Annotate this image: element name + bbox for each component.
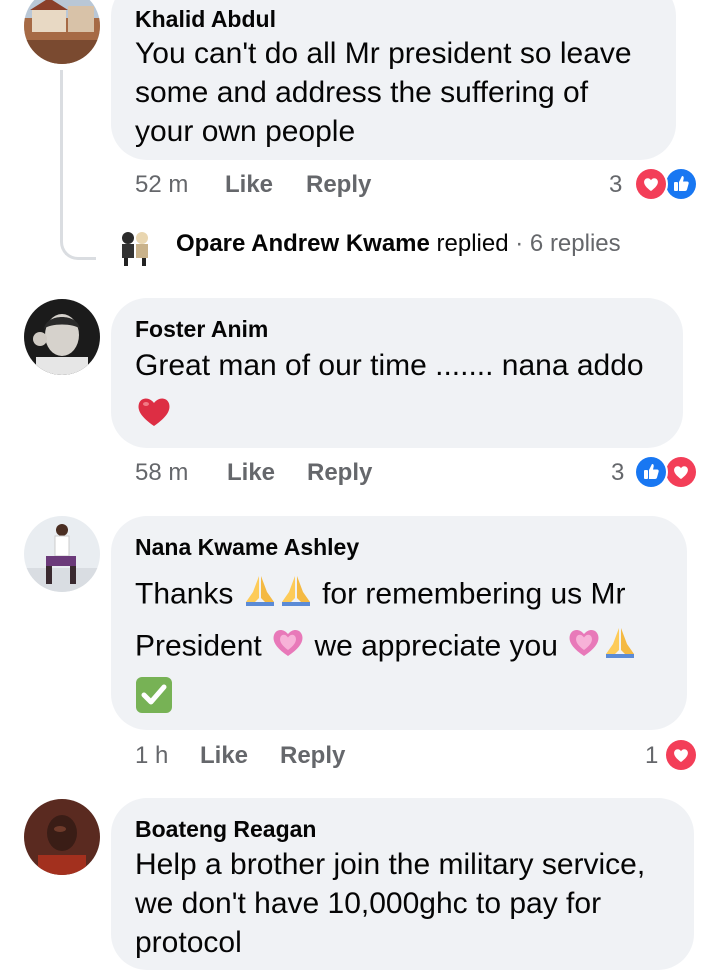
- comment-author[interactable]: Khalid Abdul: [135, 6, 276, 33]
- folded-hands-emoji: [278, 572, 314, 619]
- love-reaction-icon: [664, 738, 698, 772]
- comment-text-line: protocol: [135, 926, 242, 959]
- avatar-foster-anim[interactable]: [24, 299, 100, 375]
- avatar-opare-andrew-kwame[interactable]: [114, 228, 156, 266]
- avatar-boateng-reagan[interactable]: [24, 799, 100, 875]
- reaction-count[interactable]: 3: [611, 459, 624, 487]
- comment-author[interactable]: Nana Kwame Ashley: [135, 534, 359, 561]
- comment-text-line: You can't do all Mr president so leave: [135, 37, 632, 70]
- comment-text-line: Thanks for remembering us Mr: [135, 572, 626, 619]
- comment-text-line: some and address the suffering of: [135, 76, 589, 109]
- folded-hands-emoji: [602, 624, 638, 671]
- like-reaction-icon: [634, 455, 668, 489]
- reply-count[interactable]: 6 replies: [530, 230, 621, 257]
- comment-text-line: Help a brother join the military service…: [135, 848, 646, 881]
- comment-timestamp[interactable]: 58 m: [135, 459, 188, 487]
- reaction-count[interactable]: 1: [645, 742, 658, 770]
- avatar-khalid-abdul[interactable]: [24, 0, 100, 64]
- comment-text-line: President we appreciate you: [135, 624, 638, 671]
- reply-button[interactable]: Reply: [306, 171, 371, 199]
- comment-timestamp[interactable]: 1 h: [135, 742, 168, 770]
- comment-bubble: Foster Anim Great man of our time ......…: [111, 298, 683, 448]
- comment-bubble: Nana Kwame Ashley Thanks for remembering…: [111, 516, 687, 730]
- comment-author[interactable]: Boateng Reagan: [135, 816, 316, 843]
- like-button[interactable]: Like: [225, 171, 273, 199]
- comment-text-line: Great man of our time ....... nana addo: [135, 349, 644, 382]
- comment-text-line: we don't have 10,000ghc to pay for: [135, 887, 602, 920]
- reply-button[interactable]: Reply: [307, 459, 372, 487]
- like-button[interactable]: Like: [200, 742, 248, 770]
- comment-timestamp[interactable]: 52 m: [135, 171, 188, 199]
- reply-separator: ·: [515, 230, 524, 257]
- reply-summary[interactable]: Opare Andrew Kwame replied · 6 replies: [176, 230, 621, 258]
- like-reaction-icon: [664, 167, 698, 201]
- reply-button[interactable]: Reply: [280, 742, 345, 770]
- comment-bubble: Boateng Reagan Help a brother join the m…: [111, 798, 694, 970]
- comment-text-line: your own people: [135, 115, 356, 148]
- comment-author[interactable]: Foster Anim: [135, 316, 268, 343]
- comment-text-fragment: President: [135, 629, 262, 663]
- love-reaction-icon: [634, 167, 668, 201]
- comment-text-fragment: we appreciate you: [314, 629, 558, 663]
- comment-text-fragment: for remembering us Mr: [322, 577, 626, 611]
- thread-connector-line: [60, 70, 96, 260]
- reply-author-name[interactable]: Opare Andrew Kwame: [176, 230, 430, 257]
- pink-heart-emoji: [270, 624, 306, 671]
- folded-hands-emoji: [242, 572, 278, 619]
- pink-heart-emoji: [566, 624, 602, 671]
- avatar-nana-kwame-ashley[interactable]: [24, 516, 100, 592]
- reply-replied-label: replied: [436, 230, 509, 257]
- comment-text-fragment: Thanks: [135, 577, 234, 611]
- red-heart-emoji: [135, 392, 173, 430]
- check-mark-button-emoji: [135, 676, 173, 714]
- reaction-count[interactable]: 3: [609, 171, 622, 199]
- like-button[interactable]: Like: [227, 459, 275, 487]
- comment-bubble: Khalid Abdul You can't do all Mr preside…: [111, 0, 676, 160]
- love-reaction-icon: [664, 455, 698, 489]
